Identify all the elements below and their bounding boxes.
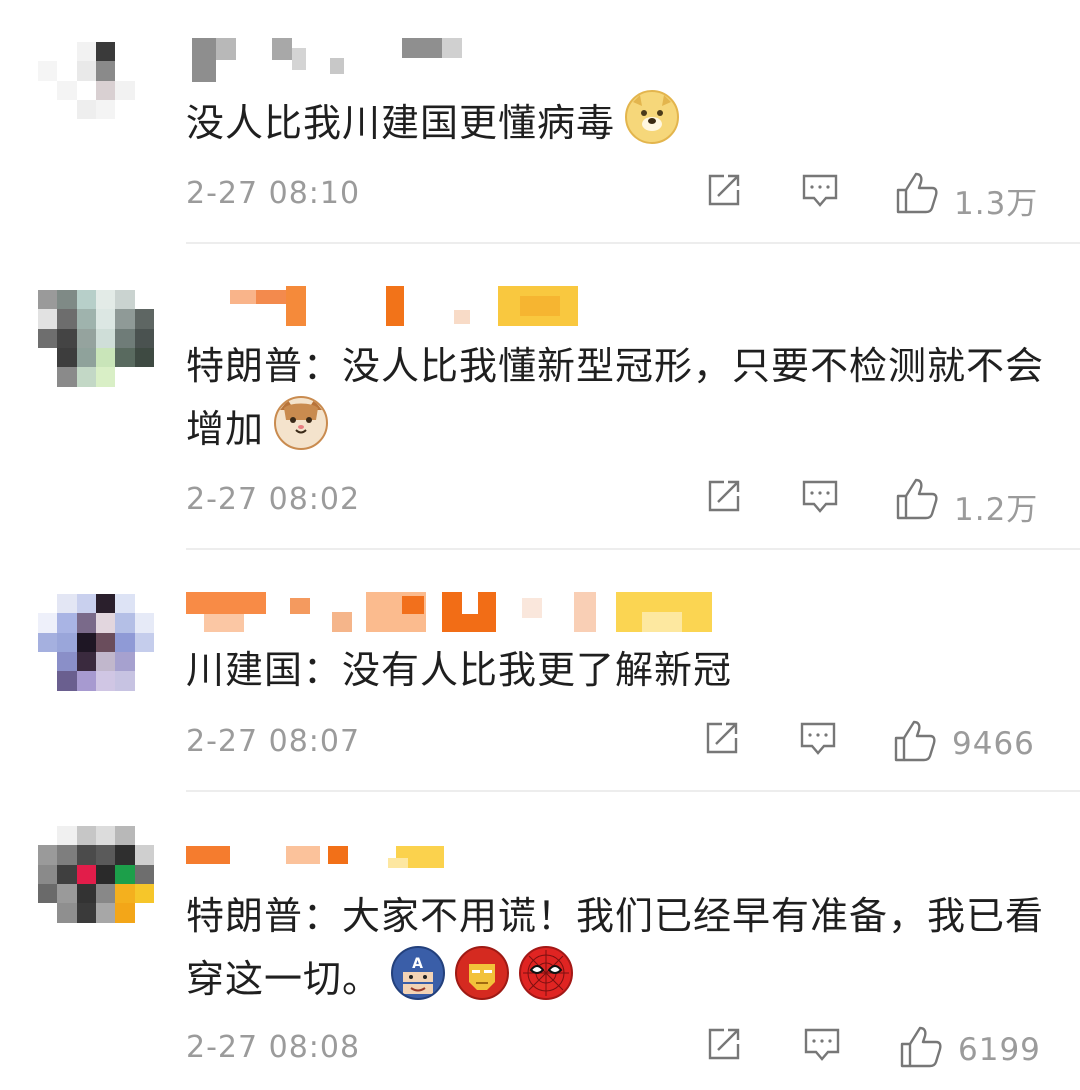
divider — [186, 242, 1080, 244]
like-count: 9466 — [952, 726, 1035, 762]
iron-man-icon — [455, 946, 510, 1000]
comment-text: 没人比我川建国更懂病毒 — [186, 90, 1046, 153]
like-count: 1.2万 — [954, 492, 1039, 528]
comment-timestamp: 2-27 08:08 — [186, 1030, 361, 1065]
share-icon[interactable] — [704, 476, 744, 516]
comment-icon[interactable] — [798, 718, 838, 758]
comment-text-content: 特朗普：大家不用谎！我们已经早有准备，我已看穿这一切。 — [186, 894, 1045, 1001]
like-icon[interactable] — [894, 170, 940, 216]
comment-timestamp: 2-27 08:10 — [186, 176, 361, 211]
divider — [186, 548, 1080, 550]
like-icon[interactable] — [898, 1024, 944, 1070]
comment-icon[interactable] — [802, 1024, 842, 1064]
avatar[interactable] — [38, 290, 154, 406]
comment-text: 川建国：没有人比我更了解新冠 — [186, 640, 1046, 700]
comment-meta: 2-27 08:02 1.2万 — [186, 476, 1040, 528]
comment-icon[interactable] — [800, 476, 840, 516]
like-count: 6199 — [958, 1032, 1041, 1068]
share-icon[interactable] — [704, 1024, 744, 1064]
avatar[interactable] — [38, 42, 154, 158]
comment-meta: 2-27 08:07 9466 — [186, 718, 1040, 768]
comment-text-content: 没人比我川建国更懂病毒 — [186, 101, 616, 145]
avatar[interactable] — [38, 826, 154, 942]
like-icon[interactable] — [894, 476, 940, 522]
comment-text-content: 川建国：没有人比我更了解新冠 — [186, 648, 733, 692]
like-count: 1.3万 — [954, 186, 1039, 222]
svg-text:A: A — [412, 956, 424, 972]
comment-meta: 2-27 08:10 1.3万 — [186, 170, 1040, 222]
spider-man-icon — [519, 946, 574, 1000]
like-icon[interactable] — [892, 718, 938, 764]
comment-text: 特朗普：大家不用谎！我们已经早有准备，我已看穿这一切。 A — [186, 886, 1046, 1009]
comment-icon[interactable] — [800, 170, 840, 210]
username-blurred[interactable] — [186, 592, 726, 636]
captain-america-icon: A — [391, 946, 446, 1000]
cat-icon — [274, 396, 329, 450]
comment-timestamp: 2-27 08:07 — [186, 724, 361, 759]
comment-timestamp: 2-27 08:02 — [186, 482, 361, 517]
comment-meta: 2-27 08:08 6199 — [186, 1024, 1040, 1074]
share-icon[interactable] — [702, 718, 742, 758]
username-blurred[interactable] — [186, 38, 486, 82]
avatar[interactable] — [38, 594, 154, 710]
comment-text: 特朗普：没人比我懂新型冠形，只要不检测就不会增加 — [186, 336, 1046, 459]
divider — [186, 790, 1080, 792]
username-blurred[interactable] — [186, 286, 586, 330]
username-blurred[interactable] — [186, 846, 486, 890]
doge-icon — [625, 90, 680, 144]
share-icon[interactable] — [704, 170, 744, 210]
